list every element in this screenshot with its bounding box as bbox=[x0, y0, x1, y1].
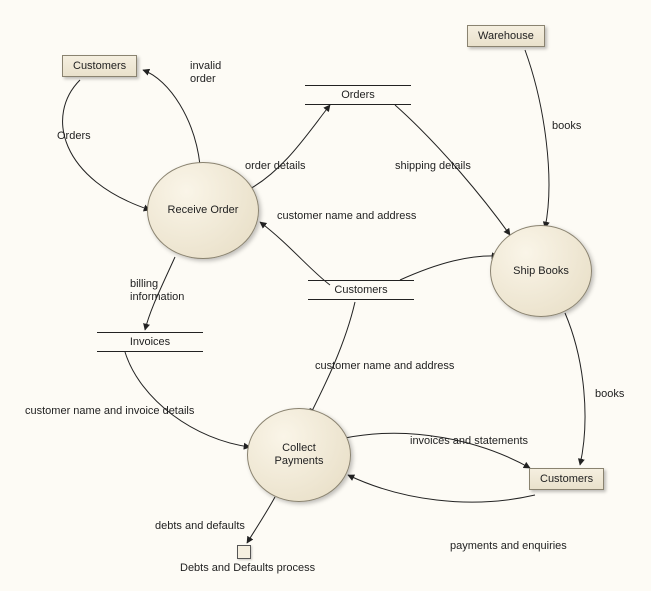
datastore-label: Orders bbox=[341, 89, 375, 101]
datastore-label: Customers bbox=[334, 284, 387, 296]
flow-label-invalid-order: invalid order bbox=[190, 60, 221, 85]
flow-label-orders: Orders bbox=[57, 130, 91, 143]
flow-label-billing: billing information bbox=[130, 278, 184, 303]
entity-customers-bottom: Customers bbox=[529, 468, 604, 490]
process-label: Ship Books bbox=[513, 265, 569, 278]
offpage-debts bbox=[237, 545, 251, 559]
process-label: Receive Order bbox=[168, 204, 239, 217]
flow-label-books-wh: books bbox=[552, 120, 581, 133]
process-collect-payments: Collect Payments bbox=[247, 408, 351, 502]
entity-warehouse: Warehouse bbox=[467, 25, 545, 47]
datastore-customers: Customers bbox=[308, 280, 414, 300]
datastore-label: Invoices bbox=[130, 336, 170, 348]
entity-label: Customers bbox=[73, 60, 126, 72]
flow-label-cust-addr-2: customer name and address bbox=[315, 360, 454, 373]
process-receive-order: Receive Order bbox=[147, 162, 259, 259]
flow-label-cust-addr-1: customer name and address bbox=[277, 210, 416, 223]
datastore-orders: Orders bbox=[305, 85, 411, 105]
flow-label-invoices-stmts: invoices and statements bbox=[410, 435, 528, 448]
offpage-label: Debts and Defaults process bbox=[180, 562, 315, 575]
datastore-invoices: Invoices bbox=[97, 332, 203, 352]
flow-label-debts: debts and defaults bbox=[155, 520, 245, 533]
process-ship-books: Ship Books bbox=[490, 225, 592, 317]
flow-label-books-out: books bbox=[595, 388, 624, 401]
flow-label-shipping-details: shipping details bbox=[395, 160, 471, 173]
flow-label-cust-invoice: customer name and invoice details bbox=[25, 405, 194, 418]
flow-label-payments: payments and enquiries bbox=[450, 540, 567, 553]
process-label: Collect Payments bbox=[275, 442, 324, 467]
entity-label: Customers bbox=[540, 473, 593, 485]
entity-label: Warehouse bbox=[478, 30, 534, 42]
entity-customers-top: Customers bbox=[62, 55, 137, 77]
flow-label-order-details: order details bbox=[245, 160, 306, 173]
